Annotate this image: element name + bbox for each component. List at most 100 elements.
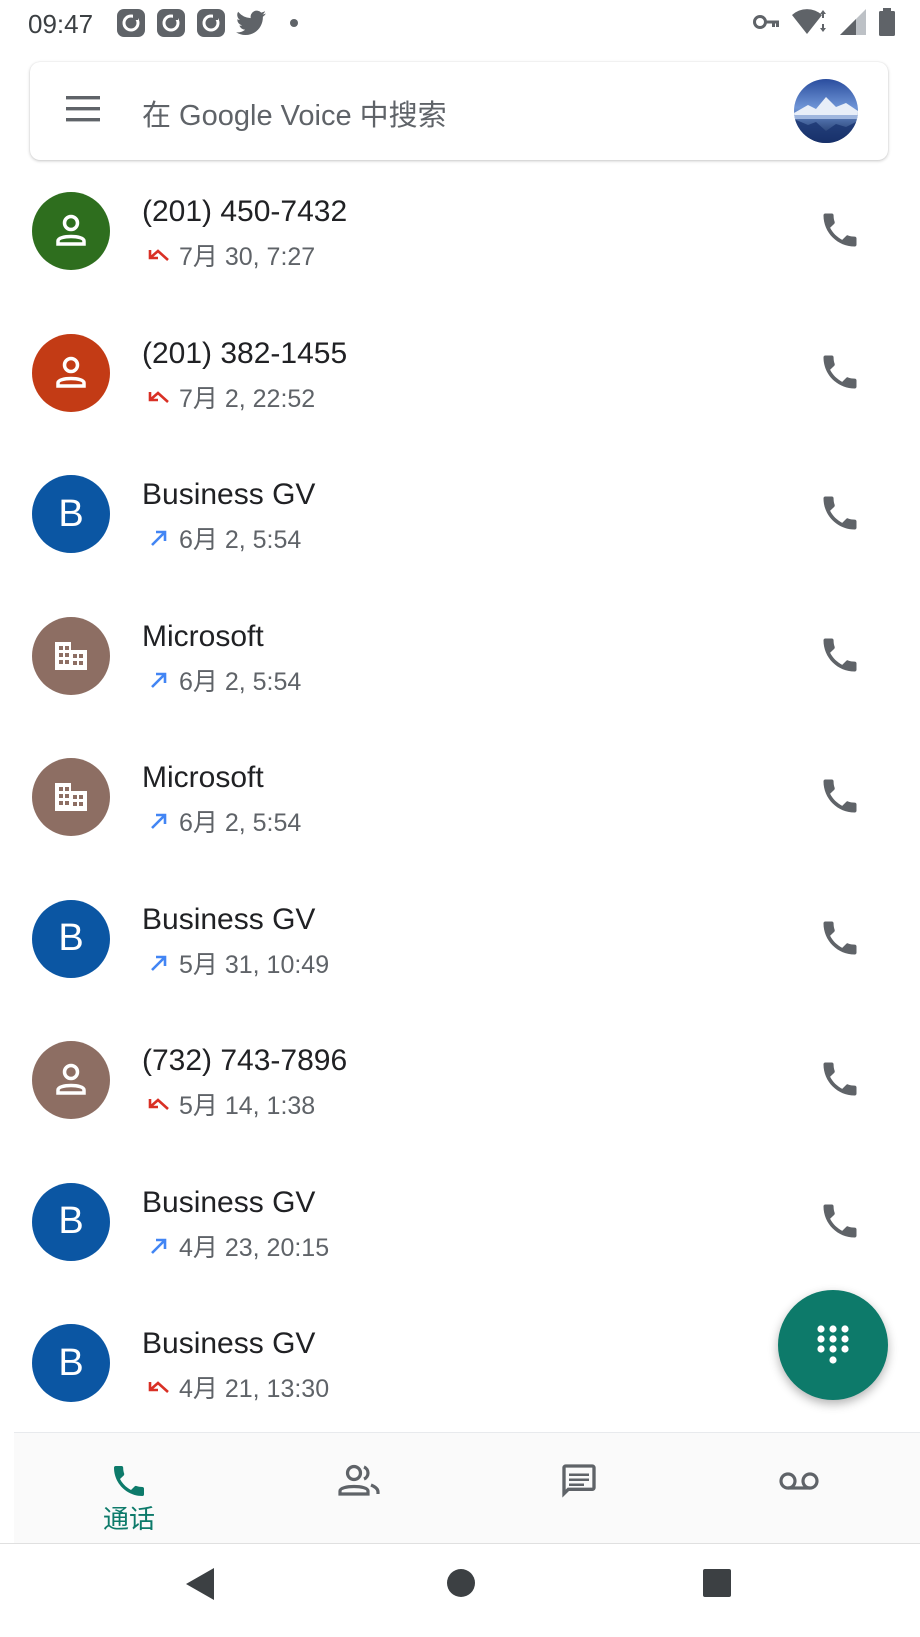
recents-button[interactable] — [702, 1568, 732, 1603]
call-row[interactable]: Microsoft 6月 2, 5:54 — [0, 726, 920, 868]
status-bar: 09:47 — [0, 0, 920, 48]
menu-button[interactable] — [66, 96, 100, 126]
call-name: Microsoft — [142, 761, 264, 794]
call-time: 5月 31, 10:49 — [179, 950, 330, 979]
back-button[interactable] — [184, 1566, 216, 1607]
call-back-button[interactable] — [818, 633, 862, 677]
avatar-letter: B — [58, 917, 84, 959]
search-bar[interactable]: 在 Google Voice 中搜索 — [30, 62, 888, 160]
call-history-list: (201) 450-7432 7月 30, 7:27 (201) 382-145… — [0, 160, 920, 1434]
call-name: Microsoft — [142, 619, 264, 653]
call-back-button[interactable] — [818, 491, 862, 535]
missed-call-icon — [148, 1381, 169, 1393]
home-button[interactable] — [446, 1568, 476, 1603]
contact-avatar — [32, 1041, 110, 1119]
missed-call-icon — [148, 249, 169, 261]
home-icon — [447, 1569, 475, 1597]
battery-icon — [879, 8, 895, 36]
call-name: Business GV — [142, 1185, 316, 1219]
business-icon — [55, 641, 87, 670]
call-back-button[interactable] — [818, 208, 862, 252]
call-row[interactable]: Microsoft 6月 2, 5:54 — [0, 585, 920, 727]
system-navigation-bar — [0, 1543, 920, 1637]
call-row[interactable]: B Business GV 6月 2, 5:54 — [0, 443, 920, 585]
phone-icon — [823, 921, 857, 954]
call-meta: 6月 2, 5:54 — [147, 520, 301, 556]
tab-contacts[interactable] — [284, 1433, 434, 1543]
call-back-button[interactable] — [818, 916, 862, 960]
outgoing-call-icon — [151, 955, 167, 971]
call-time: 6月 2, 5:54 — [179, 809, 302, 837]
person-icon — [56, 356, 86, 388]
business-icon — [55, 783, 87, 811]
call-name: (732) 743-7896 — [142, 1044, 348, 1077]
back-icon — [186, 1568, 214, 1600]
call-meta: 6月 2, 5:54 — [147, 662, 301, 698]
twitter-icon — [236, 10, 266, 35]
missed-call-icon — [148, 390, 169, 403]
phone-icon — [823, 779, 857, 813]
contact-avatar: B — [32, 475, 110, 553]
dot-icon — [290, 19, 298, 27]
bottom-navigation: 通话 — [14, 1432, 920, 1543]
dialpad-icon — [817, 1325, 849, 1364]
notification-icon — [197, 9, 225, 37]
profile-photo — [794, 79, 858, 143]
status-time: 09:47 — [28, 9, 94, 39]
phone-icon — [114, 1466, 144, 1496]
dialpad-button[interactable] — [778, 1290, 888, 1400]
avatar-letter: B — [58, 1341, 84, 1384]
voicemail-icon — [779, 1472, 819, 1490]
avatar-letter: B — [58, 1200, 84, 1242]
contact-avatar — [32, 192, 110, 270]
outgoing-call-icon — [151, 530, 167, 546]
status-system-icons — [752, 8, 896, 36]
call-time: 7月 2, 22:52 — [179, 384, 316, 413]
contact-avatar: B — [32, 1324, 110, 1402]
missed-call-icon — [148, 1098, 169, 1110]
message-icon — [562, 1464, 596, 1498]
tab-calls-label: 通话 — [102, 1504, 155, 1534]
call-name: Business GV — [142, 1327, 316, 1360]
wifi-icon — [792, 9, 826, 34]
phone-icon — [823, 638, 857, 671]
contact-avatar — [32, 333, 110, 412]
recents-icon — [703, 1569, 731, 1597]
call-meta: 5月 31, 10:49 — [147, 945, 329, 981]
call-meta: 4月 23, 20:15 — [147, 1228, 329, 1264]
call-row[interactable]: (201) 382-1455 7月 2, 22:52 — [0, 302, 920, 444]
phone-icon — [823, 1204, 857, 1237]
account-avatar[interactable] — [794, 79, 858, 143]
contacts-icon — [338, 1464, 380, 1496]
call-time: 6月 2, 5:54 — [179, 667, 302, 696]
call-back-button[interactable] — [818, 1199, 862, 1243]
status-notifications — [116, 8, 298, 38]
notification-icon — [157, 9, 185, 37]
contact-avatar — [32, 616, 110, 695]
search-input[interactable]: 在 Google Voice 中搜索 — [142, 92, 447, 134]
call-name: (201) 450-7432 — [142, 195, 348, 228]
call-time: 6月 2, 5:54 — [179, 526, 302, 554]
person-icon — [56, 214, 86, 246]
call-back-button[interactable] — [818, 350, 862, 394]
phone-icon — [823, 496, 857, 530]
avatar-letter: B — [58, 492, 84, 535]
tab-calls[interactable]: 通话 — [54, 1433, 204, 1543]
signal-icon — [840, 9, 866, 35]
call-back-button[interactable] — [818, 774, 862, 818]
call-back-button[interactable] — [818, 1057, 862, 1101]
call-row[interactable]: (732) 743-7896 5月 14, 1:38 — [0, 1009, 920, 1151]
call-row[interactable]: B Business GV 4月 23, 20:15 — [0, 1151, 920, 1293]
tab-voicemail[interactable] — [724, 1433, 874, 1543]
contact-avatar — [32, 758, 110, 836]
vpn-key-icon — [753, 15, 779, 29]
call-time: 5月 14, 1:38 — [179, 1092, 316, 1120]
call-time: 7月 30, 7:27 — [179, 243, 316, 271]
call-row[interactable]: (201) 450-7432 7月 30, 7:27 — [0, 160, 920, 302]
phone-icon — [823, 1062, 857, 1096]
tab-messages[interactable] — [504, 1433, 654, 1543]
call-row[interactable]: B Business GV 5月 31, 10:49 — [0, 868, 920, 1010]
call-name: Business GV — [142, 902, 316, 936]
call-meta: 7月 30, 7:27 — [147, 237, 315, 273]
outgoing-call-icon — [151, 672, 167, 688]
